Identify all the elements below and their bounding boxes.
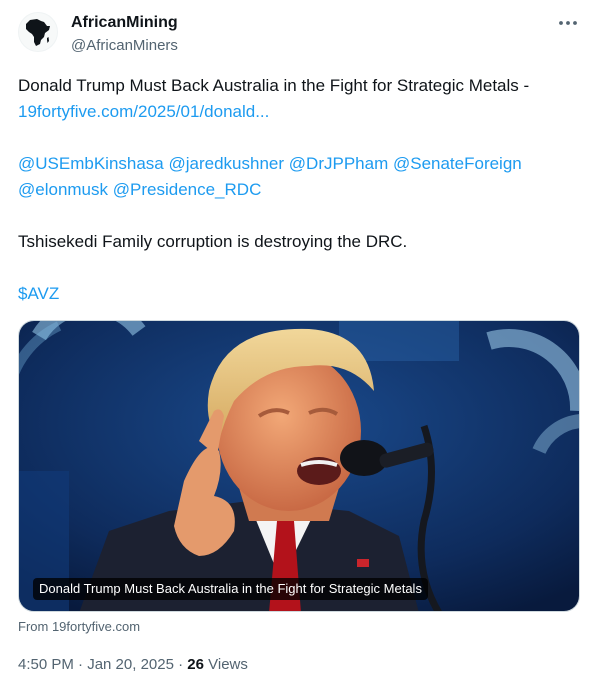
africa-map-icon (26, 19, 50, 46)
mention-link[interactable]: @elonmusk (18, 180, 108, 199)
tweet-paragraph-2: Tshisekedi Family corruption is destroyi… (18, 232, 408, 251)
tweet-meta: 4:50 PM · Jan 20, 2025 · 26 Views (18, 655, 248, 675)
author-handle[interactable]: @AfricanMiners (71, 36, 178, 56)
mention-link[interactable]: @USEmbKinshasa (18, 154, 164, 173)
cashtag-link[interactable]: $AVZ (18, 284, 59, 303)
mention-link[interactable]: @SenateForeign (393, 154, 522, 173)
mention-link[interactable]: @jaredkushner (169, 154, 285, 173)
timestamp[interactable]: 4:50 PM · Jan 20, 2025 (18, 656, 174, 673)
mention-link[interactable]: @DrJPPham (289, 154, 388, 173)
article-link[interactable]: 19fortyfive.com/2025/01/donald... (18, 102, 269, 121)
views-count: 26 (187, 656, 204, 673)
avatar[interactable] (18, 12, 58, 52)
tweet-paragraph-1: Donald Trump Must Back Australia in the … (18, 73, 580, 125)
card-source[interactable]: From 19fortyfive.com (18, 619, 140, 635)
card-caption: Donald Trump Must Back Australia in the … (33, 578, 428, 600)
mentions: @USEmbKinshasa @jaredkushner @DrJPPham @… (18, 151, 580, 203)
article-photo (19, 321, 579, 611)
author-name[interactable]: AfricanMining (71, 13, 178, 33)
mention-link[interactable]: @Presidence_RDC (113, 180, 262, 199)
tweet: AfricanMining @AfricanMiners Donald Trum… (0, 0, 598, 680)
tweet-headline: Donald Trump Must Back Australia in the … (18, 76, 530, 95)
tweet-text: Donald Trump Must Back Australia in the … (18, 73, 580, 307)
link-card[interactable]: Donald Trump Must Back Australia in the … (18, 320, 580, 612)
meta-separator: · (173, 656, 188, 673)
more-button[interactable] (555, 12, 581, 34)
more-horizontal-icon (559, 21, 577, 25)
views-label: Views (203, 656, 248, 673)
